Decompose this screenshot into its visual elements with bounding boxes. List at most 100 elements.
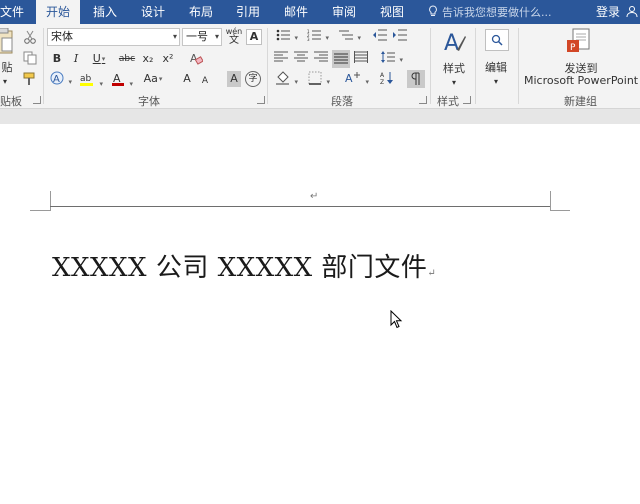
shading-icon[interactable] — [273, 71, 301, 87]
new-group-label: 新建组 — [564, 95, 597, 108]
copy-icon[interactable] — [22, 51, 38, 67]
group-separator — [430, 28, 431, 104]
paragraph-group-label: 段落 — [331, 95, 353, 108]
document-line: XXXXX 公司 XXXXX 部门文件 — [52, 253, 428, 283]
mouse-cursor-icon — [390, 309, 404, 333]
chevron-down-icon: ▾ — [214, 32, 219, 41]
svg-text:P: P — [570, 43, 576, 53]
group-separator — [43, 28, 44, 104]
grow-font-button[interactable]: A — [180, 71, 194, 87]
font-color-icon[interactable]: A — [110, 71, 134, 87]
tell-me-box[interactable]: 告诉我您想要做什么... — [428, 0, 552, 24]
distributed-icon[interactable] — [353, 51, 369, 67]
corner-mark — [50, 191, 51, 211]
highlight-color-icon[interactable]: ab — [78, 71, 104, 87]
font-name-combo[interactable]: 宋体 ▾ — [47, 28, 180, 46]
text-effects-icon[interactable]: A — [49, 71, 73, 87]
document-page[interactable] — [0, 124, 640, 504]
clipboard-group-label: 贴板 — [0, 95, 22, 108]
phonetic-guide-button[interactable]: wén 文 — [225, 27, 243, 47]
send-to-powerpoint-icon[interactable]: P — [565, 28, 595, 54]
decrease-indent-icon[interactable] — [372, 29, 388, 45]
tab-layout[interactable]: 布局 — [182, 0, 220, 24]
svg-text:A: A — [53, 74, 60, 85]
tab-view[interactable]: 视图 — [373, 0, 411, 24]
justify-icon[interactable] — [332, 50, 350, 68]
tab-mailings[interactable]: 邮件 — [277, 0, 315, 24]
tab-home[interactable]: 开始 — [36, 0, 80, 25]
header-rule — [50, 206, 550, 207]
align-right-icon[interactable] — [313, 51, 329, 67]
header-paragraph-mark: ↵ — [310, 191, 319, 202]
styles-gallery-icon[interactable]: A — [441, 28, 467, 56]
document-body-text[interactable]: XXXXX 公司 XXXXX 部门文件↵ — [52, 247, 436, 284]
search-icon[interactable] — [485, 29, 509, 51]
lightbulb-icon — [428, 0, 438, 24]
styles-button-label[interactable]: 样式 — [438, 60, 470, 76]
paragraph-mark: ↵ — [427, 268, 437, 279]
subscript-button[interactable]: x₂ — [140, 51, 156, 67]
tab-references[interactable]: 引用 — [229, 0, 267, 24]
svg-text:3: 3 — [307, 37, 310, 41]
borders-icon[interactable] — [305, 71, 333, 87]
clear-formatting-icon[interactable]: A — [188, 51, 204, 67]
corner-mark — [550, 191, 551, 211]
svg-text:A: A — [444, 31, 459, 56]
group-separator — [475, 28, 476, 104]
increase-indent-icon[interactable] — [392, 29, 408, 45]
ribbon-document-gap — [0, 109, 640, 124]
paste-dropdown-icon[interactable]: ▾ — [0, 74, 10, 90]
chevron-down-icon[interactable]: ▾ — [490, 74, 502, 90]
font-launcher-icon[interactable] — [257, 96, 265, 104]
corner-mark — [30, 210, 50, 211]
change-case-button[interactable]: Aa — [140, 71, 166, 87]
ribbon: 贴 ▾ 贴板 宋体 ▾ 一号 ▾ wén 文 A B I U abc — [0, 24, 640, 109]
chinese-layout-icon[interactable]: A — [343, 71, 371, 87]
align-center-icon[interactable] — [293, 51, 309, 67]
font-name-value: 宋体 — [51, 30, 73, 43]
send-to-label-line2[interactable]: Microsoft PowerPoint — [524, 74, 638, 87]
corner-mark — [550, 210, 570, 211]
show-formatting-marks-icon[interactable] — [407, 70, 425, 88]
format-painter-icon[interactable] — [22, 72, 38, 88]
bullets-icon[interactable] — [273, 29, 301, 45]
paragraph-launcher-icon[interactable] — [419, 96, 427, 104]
bold-button[interactable]: B — [50, 51, 64, 67]
strikethrough-button[interactable]: abc — [117, 51, 137, 67]
share-icon[interactable] — [626, 5, 640, 19]
underline-button[interactable]: U — [88, 51, 110, 67]
numbering-icon[interactable]: 123 — [304, 29, 332, 45]
tab-review[interactable]: 审阅 — [325, 0, 363, 24]
font-size-combo[interactable]: 一号 ▾ — [182, 28, 222, 46]
sign-in-link[interactable]: 登录 — [596, 0, 620, 24]
paste-label[interactable]: 贴 — [0, 59, 14, 75]
cut-icon[interactable] — [22, 30, 38, 46]
character-border-button[interactable]: A — [246, 29, 262, 45]
enclose-characters-button[interactable]: 字 — [245, 71, 261, 87]
svg-text:Z: Z — [380, 79, 384, 85]
tab-insert[interactable]: 插入 — [86, 0, 124, 24]
character-shading-button[interactable]: A — [227, 71, 241, 87]
font-group-label: 字体 — [138, 95, 160, 108]
line-spacing-icon[interactable] — [378, 51, 406, 67]
editing-button-label[interactable]: 编辑 — [480, 59, 512, 75]
chevron-down-icon[interactable]: ▾ — [448, 75, 460, 91]
tab-file[interactable]: 文件 — [0, 0, 24, 24]
italic-button[interactable]: I — [69, 51, 83, 67]
ribbon-tab-bar: 文件 开始 插入 设计 布局 引用 邮件 审阅 视图 告诉我您想要做什么... … — [0, 0, 640, 25]
paste-icon[interactable] — [0, 27, 14, 54]
multilevel-list-icon[interactable] — [336, 29, 364, 45]
tab-design[interactable]: 设计 — [134, 0, 172, 24]
superscript-button[interactable]: x² — [160, 51, 176, 67]
styles-launcher-icon[interactable] — [463, 96, 471, 104]
clipboard-launcher-icon[interactable] — [33, 96, 41, 104]
chevron-down-icon: ▾ — [172, 32, 177, 41]
align-left-icon[interactable] — [273, 51, 289, 67]
svg-text:A: A — [345, 72, 353, 85]
styles-group-label: 样式 — [437, 95, 459, 108]
group-separator — [518, 28, 519, 104]
svg-text:A: A — [380, 72, 385, 79]
tell-me-placeholder: 告诉我您想要做什么... — [442, 6, 552, 19]
shrink-font-button[interactable]: A — [199, 73, 211, 89]
sort-icon[interactable]: AZ — [379, 71, 395, 87]
